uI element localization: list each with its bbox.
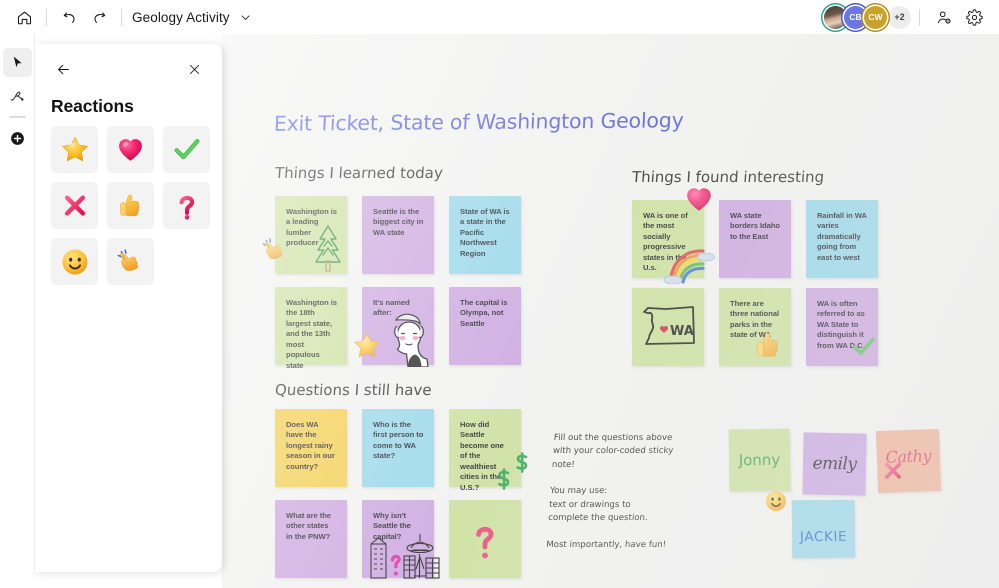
close-icon[interactable] xyxy=(182,57,206,81)
sticky-note[interactable]: Who is the first person to come to WA st… xyxy=(362,409,434,487)
section-heading-questions: Questions I still have xyxy=(274,381,433,399)
instructions-text: Fill out the questions above with your c… xyxy=(545,433,674,550)
pine-tree-drawing xyxy=(315,225,341,272)
whiteboard-canvas[interactable]: Exit Ticket, State of Washington Geology… xyxy=(222,34,999,588)
name-text: Jonny xyxy=(738,450,781,470)
avatar[interactable]: CW xyxy=(864,5,887,29)
smiley-emoji xyxy=(62,249,87,274)
sticky-note[interactable]: Rainfall in WA varies dramatically going… xyxy=(806,200,878,278)
dollar-signs-drawing xyxy=(497,452,528,490)
cross-sticker[interactable] xyxy=(882,460,904,482)
question-mark-emoji xyxy=(179,195,194,220)
redo-icon[interactable] xyxy=(84,2,114,32)
reaction-smile[interactable] xyxy=(51,238,98,285)
pen-tool[interactable] xyxy=(3,80,32,109)
check-mark-emoji xyxy=(174,138,199,159)
reaction-question[interactable] xyxy=(163,182,210,229)
toolbar-left-group: Geology Activity xyxy=(0,2,252,32)
sticky-note[interactable]: How did Seattle become one of the wealth… xyxy=(449,409,528,492)
whiteboard-app: Geology Activity CB CW +2 Reactions Exit… xyxy=(0,0,999,588)
name-text: emily xyxy=(812,453,857,475)
heart-emoji xyxy=(119,139,142,161)
rainbow-drawing xyxy=(663,249,715,284)
sticky-note-text: State of WA is a state in the Pacific No… xyxy=(460,207,510,258)
home-icon[interactable] xyxy=(9,2,39,32)
smile-sticker[interactable] xyxy=(764,489,788,513)
sticky-note[interactable]: The capital is Olympa, not Seattle xyxy=(449,287,521,365)
document-title[interactable]: Geology Activity xyxy=(132,10,230,25)
undo-icon[interactable] xyxy=(54,2,84,32)
sticky-note[interactable]: State of WA is a state in the Pacific No… xyxy=(449,196,521,274)
rail-divider xyxy=(8,116,26,118)
reactions-panel: Reactions xyxy=(35,44,222,572)
name-sticky-jackie[interactable]: JACKIE xyxy=(791,499,856,559)
sticky-note-text: The capital is Olympa, not Seattle xyxy=(460,298,508,328)
chevron-down-icon[interactable] xyxy=(239,11,252,24)
page-title: Exit Ticket, State of Washington Geology xyxy=(273,108,685,136)
check-sticker[interactable] xyxy=(851,334,877,360)
reactions-grid xyxy=(51,126,210,285)
heart-sticker[interactable] xyxy=(684,184,714,214)
sticky-note-text: Does WA have the longest rainy season in… xyxy=(286,420,335,471)
sticky-note[interactable]: Does WA have the longest rainy season in… xyxy=(275,409,347,487)
washington-state-map-drawing: WA xyxy=(643,306,695,345)
section-heading-learned: Things I learned today xyxy=(274,164,444,182)
sticky-note-text: What are the other states in the PNW? xyxy=(286,511,331,541)
reaction-cross[interactable] xyxy=(51,182,98,229)
sticky-note-text: Rainfall in WA varies dramatically going… xyxy=(817,211,867,262)
collaborator-avatars: CB CW +2 xyxy=(824,5,911,29)
reaction-clap[interactable] xyxy=(107,238,154,285)
sticky-note[interactable]: Washington is the 18th largest state, an… xyxy=(275,287,347,370)
star-emoji xyxy=(61,136,88,161)
clapping-hands-emoji xyxy=(117,249,138,271)
sticky-note-text: Washington is the 18th largest state, an… xyxy=(286,298,337,370)
sticky-note[interactable]: Why isn't Seattle the capital? xyxy=(362,500,440,579)
sticky-note-text: Who is the first person to come to WA st… xyxy=(373,420,424,461)
thumbs-up-sticker[interactable] xyxy=(752,329,784,361)
board-surface[interactable]: Exit Ticket, State of Washington Geology… xyxy=(222,34,999,588)
toolbar-divider-1 xyxy=(46,8,47,26)
sticky-note[interactable]: Seattle is the biggest city in WA state xyxy=(362,196,434,274)
add-tool[interactable] xyxy=(3,124,32,153)
reaction-star[interactable] xyxy=(51,126,98,173)
star-sticker[interactable] xyxy=(352,331,382,361)
reaction-heart[interactable] xyxy=(107,126,154,173)
name-sticky-jonny[interactable]: Jonny xyxy=(728,428,791,492)
section-heading-interesting: Things I found interesting xyxy=(631,168,825,186)
map-label: WA xyxy=(670,324,694,339)
sticky-note[interactable]: WA state borders Idaho to the East xyxy=(719,200,791,278)
gear-icon[interactable] xyxy=(959,2,989,32)
question-mark-drawing xyxy=(476,526,494,559)
toolbar-right-group: CB CW +2 xyxy=(824,2,999,32)
sticky-note[interactable]: WA xyxy=(632,288,704,366)
sticky-note[interactable] xyxy=(449,500,521,578)
name-text: JACKIE xyxy=(799,528,848,546)
sticky-note[interactable]: What are the other states in the PNW? xyxy=(275,500,347,578)
thumbs-up-emoji xyxy=(120,194,140,217)
avatar-overflow-count[interactable]: +2 xyxy=(888,5,911,29)
sticky-note-text: Seattle is the biggest city in WA state xyxy=(373,207,424,237)
avatar-initials: CB xyxy=(849,12,862,22)
add-person-icon[interactable] xyxy=(929,2,959,32)
toolbar-divider-2 xyxy=(121,8,122,26)
panel-title: Reactions xyxy=(51,96,134,116)
name-sticky-emily[interactable]: emily xyxy=(802,432,867,496)
back-arrow-icon[interactable] xyxy=(51,57,75,81)
clap-sticker[interactable] xyxy=(261,236,289,264)
toolbar-divider-3 xyxy=(919,8,920,26)
seattle-skyline-drawing xyxy=(370,534,440,579)
top-toolbar: Geology Activity CB CW +2 xyxy=(0,0,999,34)
reaction-thumbs-up[interactable] xyxy=(107,182,154,229)
select-tool[interactable] xyxy=(2,48,32,77)
george-washington-drawing xyxy=(394,313,429,367)
reaction-check[interactable] xyxy=(163,126,210,173)
sticky-note-text: WA state borders Idaho to the East xyxy=(730,211,780,241)
panel-header xyxy=(51,44,206,84)
avatar-initials: CW xyxy=(868,12,883,22)
cross-mark-emoji xyxy=(64,195,85,216)
tool-rail xyxy=(0,34,35,572)
